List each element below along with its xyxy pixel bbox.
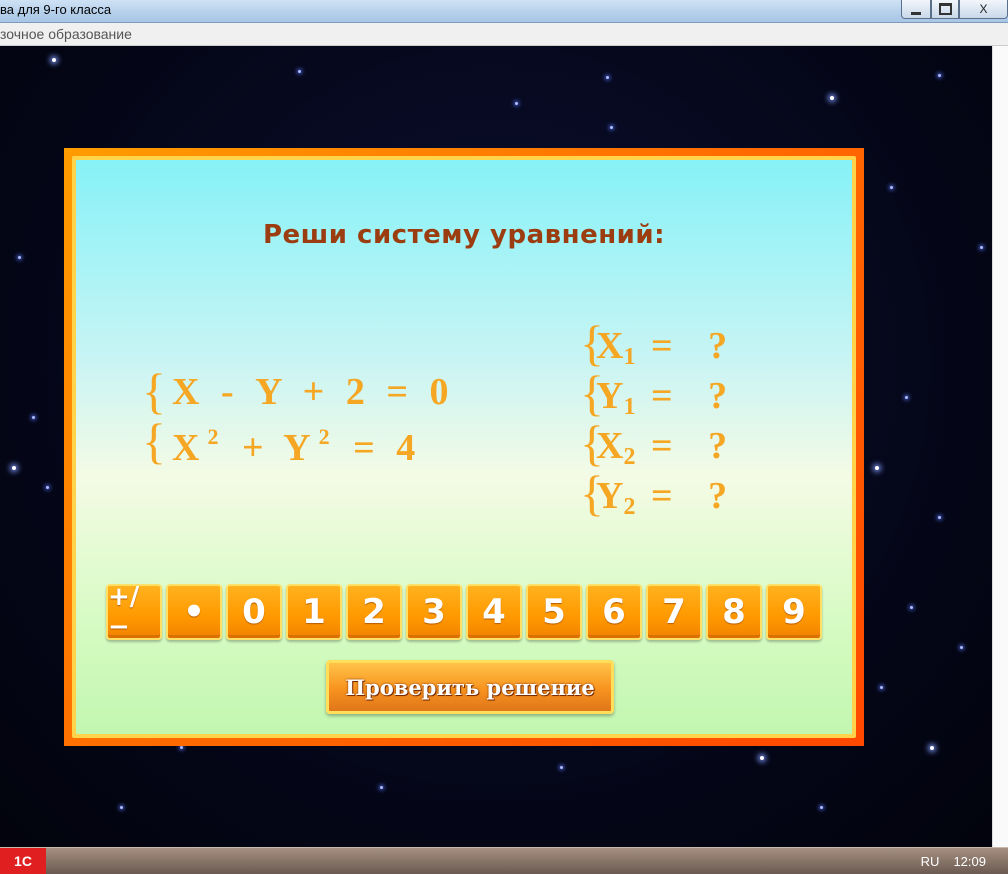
eq1-equals: = <box>386 371 408 413</box>
star <box>46 486 49 489</box>
star <box>32 416 35 419</box>
game-panel: Реши систему уравнений: { { X - Y + 2 = … <box>72 156 856 738</box>
equation-1: X - Y + 2 = 0 <box>172 370 448 414</box>
minimize-button[interactable] <box>901 0 931 19</box>
eq2-plus: + <box>241 427 264 469</box>
taskbar-app-icon[interactable]: 1С <box>0 848 46 874</box>
taskbar: 1С RU 12:09 <box>0 847 1008 874</box>
key-3[interactable]: 3 <box>406 584 462 640</box>
star <box>606 76 609 79</box>
eq2-equals: = <box>353 427 375 469</box>
maximize-icon <box>938 3 952 15</box>
star <box>120 806 123 809</box>
eq2-x-exponent: 2 <box>207 424 219 449</box>
answer-y2: Y2 = ? <box>596 474 727 520</box>
star <box>298 70 301 73</box>
key-sign-toggle[interactable]: +/− <box>106 582 162 642</box>
system-brace: { <box>142 363 166 419</box>
star <box>52 58 56 62</box>
answer-y2-equals: = <box>650 475 673 517</box>
answer-y1-value[interactable]: ? <box>708 375 727 417</box>
eq2-x: X <box>172 427 200 469</box>
eq1-const: 2 <box>345 371 365 413</box>
key-0[interactable]: 0 <box>226 584 282 640</box>
star <box>875 466 879 470</box>
answer-x1-index: 1 <box>623 344 636 370</box>
key-8[interactable]: 8 <box>706 584 762 640</box>
answer-x1: X1 = ? <box>596 324 727 370</box>
key-1[interactable]: 1 <box>286 584 342 640</box>
close-icon: X <box>979 2 988 16</box>
star <box>980 246 983 249</box>
eq1-rhs: 0 <box>429 371 449 413</box>
key-9[interactable]: 9 <box>766 584 822 640</box>
check-solution-button[interactable]: Проверить решение <box>326 660 614 714</box>
task-heading: Реши систему уравнений: <box>262 220 666 250</box>
minimize-icon <box>911 11 921 15</box>
answer-x1-value[interactable]: ? <box>708 325 727 367</box>
answer-x2: X2 = ? <box>596 424 727 470</box>
clock[interactable]: 12:09 <box>953 854 986 869</box>
answer-y1: Y1 = ? <box>596 374 727 420</box>
star <box>930 746 934 750</box>
eq1-minus: - <box>220 371 234 413</box>
answer-x1-var: X <box>596 325 624 367</box>
answer-y2-var: Y <box>596 475 624 517</box>
eq1-x: X <box>172 371 200 413</box>
star <box>515 102 518 105</box>
eq1-plus: + <box>302 371 325 413</box>
star <box>880 686 883 689</box>
maximize-button[interactable] <box>931 0 959 19</box>
answer-x1-equals: = <box>650 325 673 367</box>
answer-y2-index: 2 <box>623 494 636 520</box>
keypad: +/− • 0 1 2 3 4 5 6 7 8 9 <box>106 582 822 642</box>
window-subtitle: зочное образование <box>0 26 132 42</box>
answer-y2-value[interactable]: ? <box>708 475 727 517</box>
answer-x2-var: X <box>596 425 624 467</box>
star <box>905 396 908 399</box>
window-controls: X <box>901 0 1008 20</box>
window-subtitle-bar: зочное образование <box>0 23 1008 46</box>
star <box>380 786 383 789</box>
eq2-rhs: 4 <box>396 427 416 469</box>
star <box>830 96 834 100</box>
answer-x2-equals: = <box>650 425 673 467</box>
star <box>180 746 183 749</box>
star <box>610 126 613 129</box>
eq2-y: Y <box>283 427 311 469</box>
key-decimal-point[interactable]: • <box>166 584 222 640</box>
key-6[interactable]: 6 <box>586 584 642 640</box>
system-brace-lower: { <box>142 413 166 469</box>
close-button[interactable]: X <box>959 0 1008 19</box>
star <box>938 74 941 77</box>
answer-y1-equals: = <box>650 375 673 417</box>
vertical-scrollbar[interactable] <box>992 46 1008 847</box>
key-2[interactable]: 2 <box>346 584 402 640</box>
equation-2: X2 + Y2 = 4 <box>172 424 416 470</box>
star <box>12 466 16 470</box>
star <box>960 646 963 649</box>
key-5[interactable]: 5 <box>526 584 582 640</box>
window-title: ва для 9-го класса <box>0 2 112 17</box>
answer-y1-index: 1 <box>623 394 636 420</box>
key-7[interactable]: 7 <box>646 584 702 640</box>
eq1-y: Y <box>255 371 282 413</box>
system-tray: RU 12:09 <box>921 848 1008 874</box>
star <box>18 256 21 259</box>
game-frame: Реши систему уравнений: { { X - Y + 2 = … <box>64 148 864 746</box>
star <box>760 756 764 760</box>
answer-y1-var: Y <box>596 375 624 417</box>
window-titlebar: ва для 9-го класса X <box>0 0 1008 23</box>
answer-x2-value[interactable]: ? <box>708 425 727 467</box>
star <box>820 806 823 809</box>
answer-x2-index: 2 <box>623 444 636 470</box>
eq2-y-exponent: 2 <box>318 424 330 449</box>
key-4[interactable]: 4 <box>466 584 522 640</box>
language-indicator[interactable]: RU <box>921 854 940 869</box>
star <box>938 516 941 519</box>
star <box>890 186 893 189</box>
star <box>910 606 913 609</box>
star <box>560 766 563 769</box>
